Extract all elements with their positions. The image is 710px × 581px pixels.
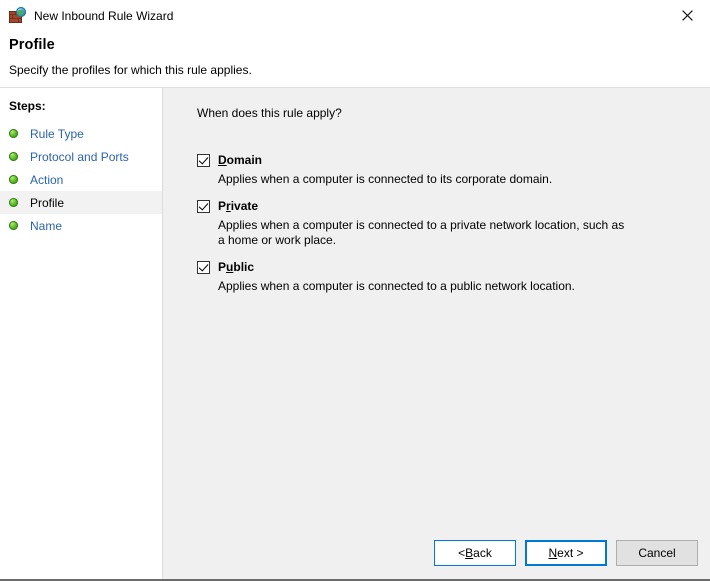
next-button[interactable]: Next > (525, 540, 607, 566)
question-text: When does this rule apply? (197, 106, 710, 121)
step-bullet-icon (9, 175, 18, 184)
public-checkbox-label: Public (218, 260, 254, 274)
private-description: Applies when a computer is connected to … (218, 218, 626, 248)
wizard-footer: < Back Next > Cancel (0, 526, 710, 579)
domain-checkbox-label: Domain (218, 153, 262, 167)
page-title: Profile (9, 35, 710, 55)
step-bullet-icon (9, 129, 18, 138)
page-header: Profile Specify the profiles for which t… (0, 31, 710, 88)
domain-checkbox-row[interactable]: Domain (197, 152, 710, 168)
private-checkbox-row[interactable]: Private (197, 198, 710, 214)
sidebar-item-label: Protocol and Ports (30, 150, 129, 164)
public-checkbox-row[interactable]: Public (197, 259, 710, 275)
profile-option-public: Public Applies when a computer is connec… (197, 259, 710, 294)
content-pane: When does this rule apply? Domain Applie… (163, 88, 710, 526)
window-title: New Inbound Rule Wizard (34, 10, 173, 22)
wizard-window: New Inbound Rule Wizard Profile Specify … (0, 0, 710, 581)
private-checkbox-label: Private (218, 199, 258, 213)
steps-heading: Steps: (0, 99, 162, 113)
sidebar-item-protocol-and-ports[interactable]: Protocol and Ports (0, 145, 162, 168)
profile-option-private: Private Applies when a computer is conne… (197, 198, 710, 248)
domain-checkbox[interactable] (197, 154, 210, 167)
title-bar-left: New Inbound Rule Wizard (0, 7, 173, 24)
back-button[interactable]: < Back (434, 540, 516, 566)
step-bullet-icon (9, 198, 18, 207)
public-description: Applies when a computer is connected to … (218, 279, 626, 294)
step-bullet-icon (9, 221, 18, 230)
sidebar-item-profile[interactable]: Profile (0, 191, 162, 214)
footer-sidebar-fill (0, 526, 163, 579)
page-subtitle: Specify the profiles for which this rule… (9, 63, 710, 78)
title-bar: New Inbound Rule Wizard (0, 0, 710, 31)
public-checkbox[interactable] (197, 261, 210, 274)
profile-checkbox-group: Domain Applies when a computer is connec… (197, 152, 710, 294)
sidebar-item-label: Action (30, 173, 63, 187)
firewall-globe-icon (9, 7, 26, 24)
sidebar-item-rule-type[interactable]: Rule Type (0, 122, 162, 145)
profile-option-domain: Domain Applies when a computer is connec… (197, 152, 710, 187)
sidebar-item-name[interactable]: Name (0, 214, 162, 237)
close-icon[interactable] (665, 0, 710, 30)
cancel-button[interactable]: Cancel (616, 540, 698, 566)
domain-description: Applies when a computer is connected to … (218, 172, 626, 187)
wizard-body: Steps: Rule Type Protocol and Ports Acti… (0, 88, 710, 526)
sidebar-item-label: Rule Type (30, 127, 84, 141)
sidebar-item-label: Name (30, 219, 62, 233)
steps-sidebar: Steps: Rule Type Protocol and Ports Acti… (0, 88, 163, 526)
sidebar-item-label: Profile (30, 196, 64, 210)
sidebar-item-action[interactable]: Action (0, 168, 162, 191)
step-bullet-icon (9, 152, 18, 161)
private-checkbox[interactable] (197, 200, 210, 213)
